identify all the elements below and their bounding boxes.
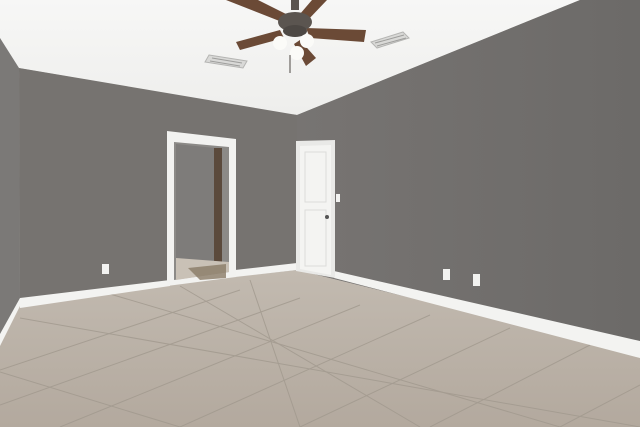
wall-outlet: [443, 269, 450, 280]
door-knob[interactable]: [325, 215, 329, 219]
open-doorway[interactable]: [167, 131, 236, 286]
light-switch[interactable]: [336, 194, 340, 202]
room-photo: [0, 0, 640, 427]
left-wall: [0, 38, 20, 340]
closed-door[interactable]: [296, 140, 335, 278]
wall-outlet: [102, 264, 109, 274]
wall-outlet: [473, 274, 480, 286]
